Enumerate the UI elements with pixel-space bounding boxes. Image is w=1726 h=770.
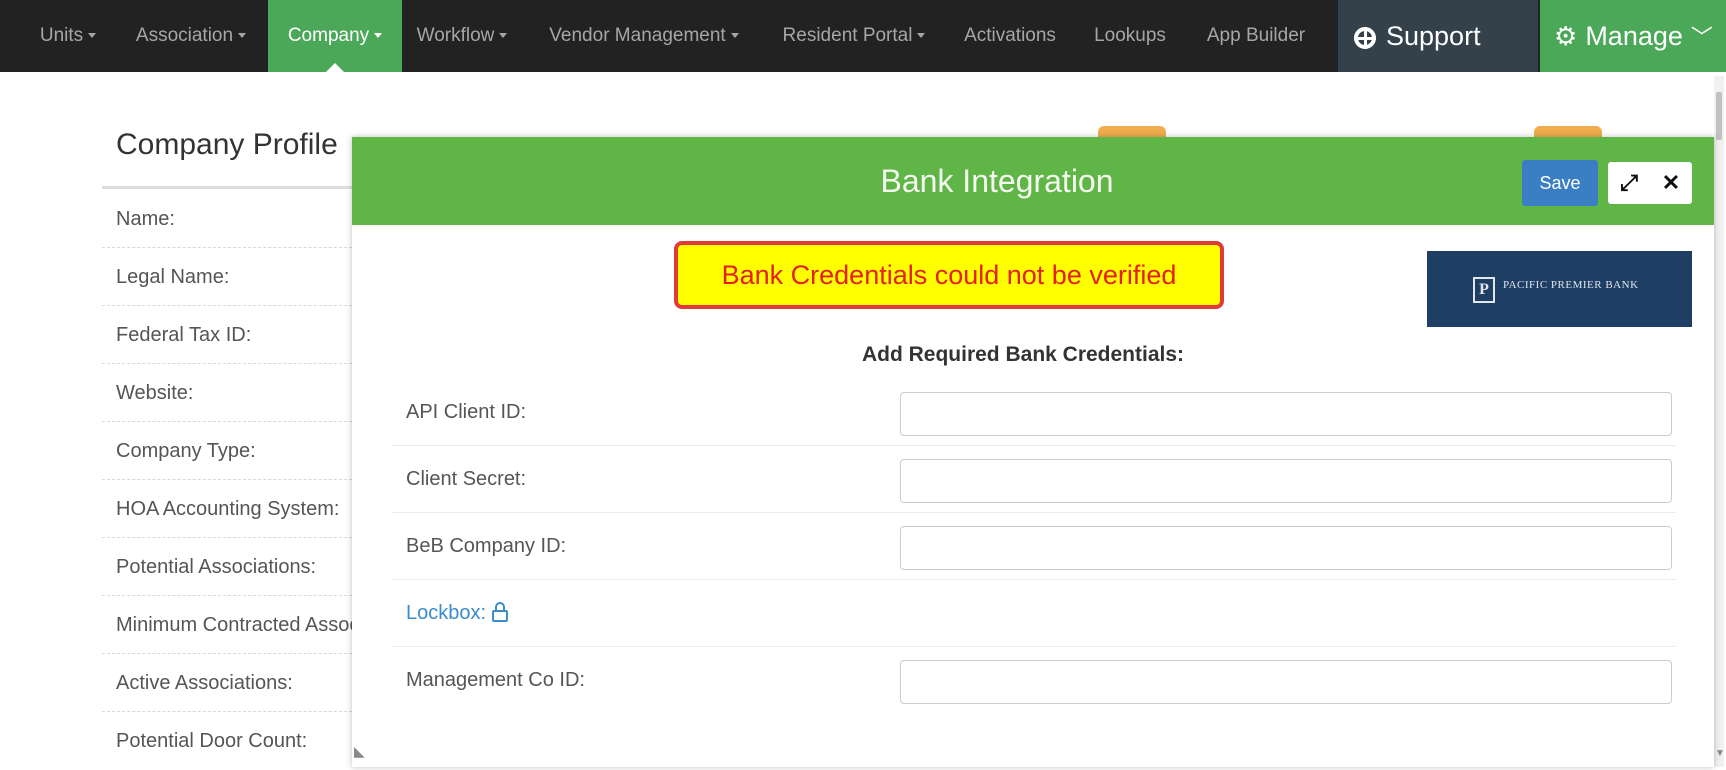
bank-integration-modal: Bank Integration Save ⤢ ✕ Bank Credentia…	[352, 137, 1714, 767]
nav-item-label: Workflow	[416, 25, 495, 46]
management-co-id-input[interactable]	[900, 660, 1672, 704]
bank-logo-name: PACIFIC PREMIER BANK	[1503, 279, 1639, 291]
nav-item-label: Company	[287, 25, 370, 46]
section-title: Add Required Bank Credentials:	[352, 343, 1714, 367]
nav-item-label: Activations	[964, 25, 1056, 46]
beb-company-id-input[interactable]	[900, 526, 1672, 570]
gear-icon: ⚙	[1554, 21, 1578, 51]
nav-item-units[interactable]: Units	[28, 0, 108, 72]
top-navbar: Units Association Company Workflow Vendo…	[0, 0, 1726, 73]
bank-logo: P PACIFIC PREMIER BANK	[1427, 251, 1692, 327]
nav-item-lookups[interactable]: Lookups	[1090, 0, 1170, 72]
manage-label: Manage	[1585, 21, 1683, 51]
nav-item-company[interactable]: Company	[268, 0, 402, 73]
profile-row: Potential Door Count:	[116, 730, 308, 752]
nav-item-label: Vendor Management	[549, 25, 726, 46]
resize-grip-icon[interactable]: ◣	[354, 743, 372, 761]
chevron-down-icon: ﹀	[1690, 25, 1713, 50]
profile-row: Website:	[102, 364, 362, 422]
form-row-client-secret: Client Secret:	[392, 446, 1676, 513]
profile-row: Name:	[102, 190, 362, 248]
nav-item-label: Lookups	[1094, 25, 1166, 46]
profile-row: Federal Tax ID:	[102, 306, 362, 364]
save-button[interactable]: Save	[1522, 160, 1598, 206]
field-label: Management Co ID:	[406, 669, 585, 691]
profile-row: Minimum Contracted Associations:	[102, 596, 362, 654]
page-title: Company Profile	[116, 128, 338, 161]
support-label: Support	[1386, 21, 1481, 51]
form-row-api-client-id: API Client ID:	[392, 379, 1676, 446]
title-divider	[102, 186, 362, 189]
nav-item-vendor-management[interactable]: Vendor Management	[544, 0, 744, 72]
caret-down-icon	[917, 33, 926, 39]
nav-item-label: Units	[39, 25, 84, 46]
nav-item-association[interactable]: Association	[124, 0, 258, 72]
form-row-beb-company-id: BeB Company ID:	[392, 513, 1676, 580]
scroll-down-arrow-icon[interactable]: ▼	[1714, 748, 1726, 762]
profile-row: HOA Accounting System:	[102, 480, 362, 538]
caret-down-icon	[499, 33, 508, 39]
profile-row: Company Type:	[102, 422, 362, 480]
modal-title: Bank Integration	[880, 163, 1114, 199]
nav-item-label: App Builder	[1206, 25, 1306, 46]
modal-window-controls: ⤢ ✕	[1608, 162, 1692, 204]
bank-logo-mark: P	[1473, 277, 1495, 303]
nav-item-workflow[interactable]: Workflow	[410, 0, 514, 72]
manage-button[interactable]: ⚙ Manage ﹀	[1540, 0, 1726, 72]
caret-down-icon	[374, 33, 383, 39]
field-label: Client Secret:	[406, 468, 527, 490]
caret-down-icon	[88, 33, 97, 39]
lockbox-link[interactable]: Lockbox:	[406, 580, 509, 646]
profile-row: Legal Name:	[102, 248, 362, 306]
support-button[interactable]: Support	[1338, 0, 1538, 72]
active-notch	[325, 63, 345, 73]
caret-down-icon	[730, 33, 739, 39]
profile-row: Active Associations:	[102, 654, 362, 712]
form-row-lockbox: Lockbox:	[392, 580, 1676, 647]
form-row-management-co-id: Management Co ID:	[392, 647, 1676, 713]
section-title-text: Add Required Bank Credentials:	[861, 343, 1185, 366]
expand-icon[interactable]: ⤢	[1608, 162, 1650, 204]
api-client-id-input[interactable]	[900, 392, 1672, 436]
scrollbar-thumb[interactable]	[1716, 92, 1722, 140]
page-scrollbar[interactable]	[1714, 76, 1724, 767]
lockbox-label: Lockbox:	[406, 602, 487, 624]
lifebuoy-icon	[1354, 27, 1376, 49]
profile-row: Potential Associations:	[102, 538, 362, 596]
caret-down-icon	[238, 33, 247, 39]
lock-icon	[492, 602, 509, 622]
nav-item-label: Association	[135, 25, 234, 46]
nav-item-label: Resident Portal	[782, 25, 913, 46]
field-label: BeB Company ID:	[406, 535, 567, 557]
client-secret-input[interactable]	[900, 459, 1672, 503]
nav-item-app-builder[interactable]: App Builder	[1200, 0, 1312, 72]
nav-item-resident-portal[interactable]: Resident Portal	[770, 0, 938, 72]
error-alert: Bank Credentials could not be verified	[674, 241, 1224, 309]
field-label: API Client ID:	[406, 401, 527, 423]
modal-header: Bank Integration Save ⤢ ✕	[352, 137, 1714, 225]
close-icon[interactable]: ✕	[1650, 162, 1692, 204]
nav-item-activations[interactable]: Activations	[960, 0, 1060, 72]
